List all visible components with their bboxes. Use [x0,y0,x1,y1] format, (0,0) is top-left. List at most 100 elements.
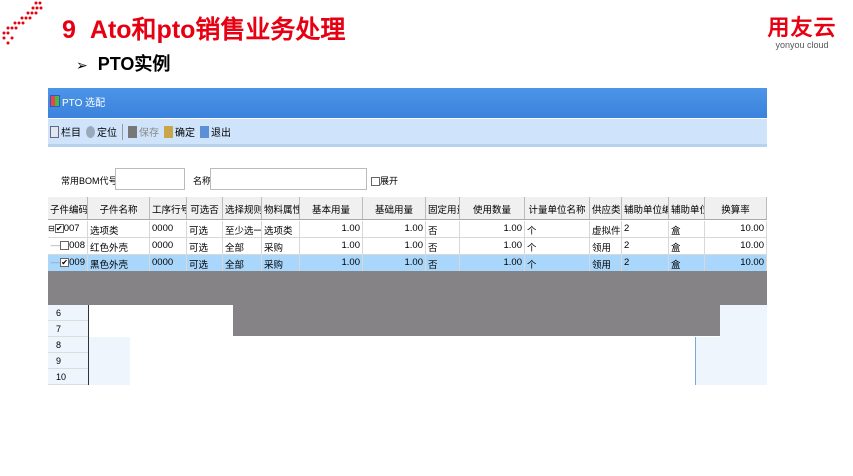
locate-icon [86,125,95,138]
row-number: 9 [48,353,88,369]
slide-subtitle: ➢ PTO实例 [76,50,170,76]
select-checkbox[interactable] [60,240,70,250]
slide-title: 9 Ato和pto销售业务处理 [62,10,345,46]
columns-button[interactable]: 栏目 [50,124,81,139]
column-header[interactable]: 固定用量 [426,197,460,219]
cell-rule: 全部 [225,243,245,254]
expand-label: 展开 [380,176,399,186]
column-header[interactable]: 可选否 [187,197,223,219]
column-header[interactable]: 子件编码 [48,197,88,219]
name-label: 名称 [193,176,212,186]
name-input[interactable] [210,168,367,190]
logo-cn: 用友云 [767,15,837,40]
cell-unit: 个 [527,260,537,271]
cell-rate: 10.00 [740,240,764,251]
cell-attr: 选项类 [264,226,293,237]
bullet-arrow-icon: ➢ [76,57,88,73]
column-header[interactable]: 基础用量 [363,197,426,219]
confirm-icon [164,125,173,138]
cell-supply: 领用 [592,260,612,271]
cell-optional: 可选 [189,226,209,237]
cell-qty: 1.00 [503,223,523,234]
table-row[interactable]: —✔009 黑色外壳 0000 可选 全部 采购 1.00 1.00 否 1.00 个 领用 2 盒 10.… [48,255,767,272]
window-title: PTO 选配 [62,98,106,109]
label: 退出 [211,128,231,139]
cell-op: 0000 [152,223,174,234]
cell-aux_code: 2 [624,223,630,234]
grid-header: 子件编码子件名称工序行号可选否选择规则物料属性基本用量基础用量固定用量使用数量计… [48,197,767,220]
empty-grid-area [233,305,720,336]
tree-line-icon: — [48,240,61,251]
cell-fixed: 否 [428,243,438,254]
cell-fixed: 否 [428,226,438,237]
cell-optional: 可选 [189,243,209,254]
exit-icon [200,125,209,138]
cell-rate: 10.00 [740,223,764,234]
toolbar: 栏目 定位 保存 确定 退出 [48,119,767,147]
cell-aux_code: 2 [624,257,630,268]
window-titlebar[interactable]: PTO 选配 [48,88,767,118]
tree-line-icon: — [48,257,61,268]
cell-basis: 1.00 [404,223,424,234]
save-icon [128,125,137,138]
cell-base: 1.00 [341,223,361,234]
confirm-button[interactable]: 确定 [164,124,195,139]
cell-attr: 采购 [264,260,284,271]
cell-code: 007 [63,223,80,234]
row-number: 10 [48,369,88,385]
bom-code-input[interactable] [115,168,185,190]
grid-fragment [720,305,767,337]
empty-grid-area [48,271,767,305]
label: 确定 [175,128,195,139]
cell-aux_code: 2 [624,240,630,251]
title-text: Ato和pto销售业务处理 [89,16,346,44]
cell-base: 1.00 [341,240,361,251]
column-header[interactable]: 计量单位名称 [525,197,590,219]
cell-op: 0000 [152,240,174,251]
cell-aux_unit: 盒 [671,260,681,271]
cell-qty: 1.00 [503,240,523,251]
cell-unit: 个 [527,226,537,237]
column-header[interactable]: 辅助单位 [669,197,705,219]
expand-checkbox[interactable]: 展开 [371,174,398,187]
column-header[interactable]: 使用数量 [460,197,525,219]
column-header[interactable]: 辅助单位编码 [622,197,669,219]
cell-supply: 领用 [592,243,612,254]
cell-basis: 1.00 [404,240,424,251]
columns-icon [50,125,59,138]
column-header[interactable]: 基本用量 [300,197,363,219]
select-checkbox[interactable]: ✔ [54,223,64,233]
column-header[interactable]: 子件名称 [88,197,150,219]
column-header[interactable]: 工序行号 [150,197,187,219]
cell-supply: 虚拟件 [592,226,621,237]
collapse-icon[interactable]: ⊟ [48,224,55,233]
exit-button[interactable]: 退出 [200,124,231,139]
row-number: 7 [48,321,88,337]
save-button[interactable]: 保存 [128,124,159,139]
grid-fragment [695,337,767,385]
label: 定位 [97,128,117,139]
locate-button[interactable]: 定位 [86,124,117,139]
cell-rule: 全部 [225,260,245,271]
cell-basis: 1.00 [404,257,424,268]
checkbox[interactable] [371,177,380,187]
label: 保存 [139,128,159,139]
column-header[interactable]: 换算率 [705,197,767,219]
section-number: 9 [62,16,76,44]
cell-qty: 1.00 [503,257,523,268]
column-header[interactable]: 供应类型 [590,197,622,219]
cell-code: 008 [69,240,85,251]
grid-fragment [89,337,130,385]
subtitle-text: PTO实例 [97,54,171,74]
column-header[interactable]: 选择规则 [223,197,262,219]
pto-selection-window: PTO 选配 栏目 定位 保存 确定 退出 常用BOM代号 名称 展开 子件编码… [48,88,767,388]
table-row[interactable]: ⊟✔007选项类0000可选至少选一个选项类1.001.00否1.00个虚拟件2… [48,221,767,238]
column-header[interactable]: 物料属性 [262,197,300,219]
select-checkbox[interactable]: ✔ [60,257,70,267]
bom-code-label: 常用BOM代号 [61,176,118,186]
cell-name: 选项类 [90,226,119,237]
yonyou-logo: 用友云 yonyou cloud [762,10,842,50]
table-row[interactable]: — 008 红色外壳 0000 可选 全部 采购 1.00 1.00 否 1.00 个 领用 2 盒 10.0… [48,238,767,255]
label: 栏目 [61,128,81,139]
cell-attr: 采购 [264,243,284,254]
